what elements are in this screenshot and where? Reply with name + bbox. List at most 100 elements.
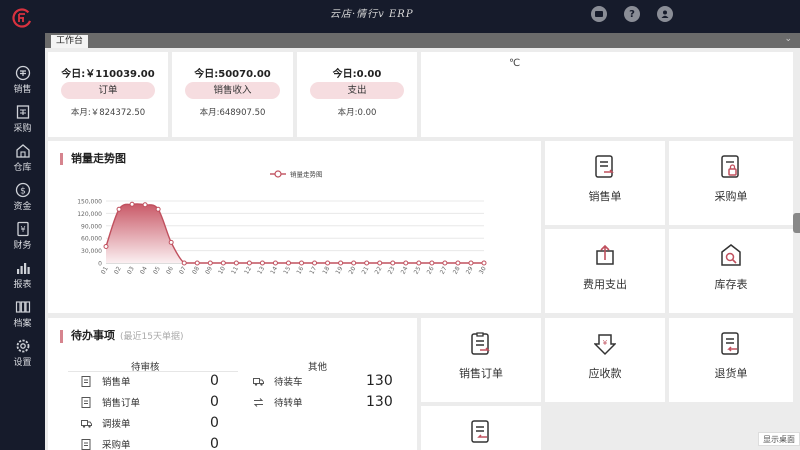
stat-month-value: 本月:648907.50 <box>199 108 266 118</box>
data-point <box>299 260 305 266</box>
expense-tile[interactable]: 费用支出 <box>545 229 665 313</box>
receivable-tile[interactable]: ¥ 应收款 <box>545 318 665 402</box>
chevron-down-icon[interactable]: ⌄ <box>784 34 792 44</box>
inventory-tile[interactable]: 库存表 <box>669 229 793 313</box>
funds-icon: $ <box>15 182 30 198</box>
data-point <box>429 260 435 266</box>
sidebar-item-label: 资金 <box>13 202 32 212</box>
sidebar-item-funds[interactable]: $ 资金 <box>0 182 45 220</box>
todo-title: 待办事项 (最近15天单据) <box>60 330 183 343</box>
data-point <box>377 260 383 266</box>
data-point <box>272 260 278 266</box>
y-tick-label: 150,000 <box>77 199 102 206</box>
x-tick-label: 22 <box>374 265 384 275</box>
expense-label: 费用支出 <box>583 278 627 291</box>
x-tick-label: 07 <box>178 265 188 275</box>
x-tick-label: 23 <box>387 265 397 275</box>
stat-month-value: 本月:0.00 <box>337 108 377 118</box>
sales-order-tile[interactable]: 销售单 <box>545 141 665 225</box>
extra-tile[interactable] <box>421 406 541 450</box>
todo-item-sales-booking[interactable]: 销售订单 <box>81 393 140 411</box>
sidebar-item-purchase[interactable]: 采购 <box>0 104 45 142</box>
x-tick-label: 24 <box>400 265 410 275</box>
orders-button[interactable]: 订单 <box>61 82 155 99</box>
sidebar-item-label: 销售 <box>13 85 32 95</box>
data-point <box>351 260 357 266</box>
company-logo-icon[interactable] <box>12 8 32 28</box>
svg-text:¥: ¥ <box>20 225 25 234</box>
todo-item-transfer[interactable]: 调拨单 <box>81 414 131 432</box>
sidebar-item-archive[interactable]: 档案 <box>0 299 45 337</box>
x-tick-label: 02 <box>113 265 123 275</box>
data-point <box>168 239 174 245</box>
x-tick-label: 26 <box>426 265 436 275</box>
x-tick-label: 17 <box>308 265 318 275</box>
sidebar-item-label: 财务 <box>13 241 32 251</box>
x-tick-label: 21 <box>361 265 371 275</box>
todo-title-text: 待办事项 <box>71 329 115 342</box>
sales-income-button[interactable]: 销售收入 <box>185 82 280 99</box>
top-bar: 云店·情行v ERP ? <box>0 0 800 33</box>
x-tick-label: 11 <box>230 265 240 275</box>
tab-workbench[interactable]: 工作台 <box>51 35 89 48</box>
todo-item-to-convert[interactable]: 待转单 <box>253 393 303 411</box>
data-point <box>455 260 461 266</box>
sidebar-item-finance[interactable]: ¥ 财务 <box>0 221 45 259</box>
sidebar-item-sales[interactable]: 销售 <box>0 65 45 103</box>
todo-count: 0 <box>210 394 219 410</box>
sidebar: 销售 采购 仓库 $ 资金 ¥ 财务 报表 档案 设置 <box>0 33 45 450</box>
sidebar-item-settings[interactable]: 设置 <box>0 338 45 376</box>
y-tick-label: 90,000 <box>81 223 102 230</box>
svg-text:¥: ¥ <box>603 339 608 347</box>
return-order-tile[interactable]: 退货单 <box>669 318 793 402</box>
expense-button[interactable]: 支出 <box>310 82 404 99</box>
weather-card: ℃ <box>421 52 793 137</box>
side-panel-toggle[interactable] <box>793 213 800 233</box>
stat-card-orders: 今日:￥110039.00 订单 本月:￥824372.50 <box>48 52 168 137</box>
todo-item-label: 调拨单 <box>102 419 131 430</box>
todo-item-sales[interactable]: 销售单 <box>81 372 131 390</box>
data-point <box>142 202 148 208</box>
data-point <box>390 260 396 266</box>
x-tick-label: 25 <box>413 265 423 275</box>
receivable-icon: ¥ <box>594 334 616 356</box>
x-tick-label: 18 <box>321 265 331 275</box>
todo-item-purchase[interactable]: 采购单 <box>81 435 131 450</box>
document-return-icon <box>471 420 489 443</box>
data-point <box>246 260 252 266</box>
user-avatar-icon[interactable] <box>657 6 673 22</box>
inventory-icon <box>721 244 741 266</box>
inventory-label: 库存表 <box>714 278 748 291</box>
other-column-header: 其他 <box>308 362 328 373</box>
x-tick-label: 04 <box>139 265 149 275</box>
data-point <box>220 260 226 266</box>
x-tick-label: 09 <box>204 265 214 275</box>
x-tick-label: 29 <box>465 265 475 275</box>
purchase-order-tile[interactable]: 采购单 <box>669 141 793 225</box>
sidebar-item-label: 报表 <box>13 280 32 290</box>
todo-item-to-load[interactable]: 待装车 <box>253 372 303 390</box>
todo-item-label: 采购单 <box>102 440 131 450</box>
sales-trend-card: 销量走势图 150,000 120,000 90,000 60,000 30,000 0 0… <box>48 141 541 313</box>
help-icon[interactable]: ? <box>624 6 640 22</box>
todo-count: 0 <box>210 415 219 431</box>
todo-card: 待办事项 (最近15天单据) 待审核 其他 销售单 0 销售订单 0 调拨单 0 … <box>48 318 417 450</box>
y-tick-label: 120,000 <box>77 211 102 218</box>
sidebar-item-warehouse[interactable]: 仓库 <box>0 143 45 181</box>
sidebar-item-report[interactable]: 报表 <box>0 260 45 298</box>
sales-order-label: 销售单 <box>588 190 622 203</box>
message-icon[interactable] <box>591 6 607 22</box>
settings-icon <box>16 339 29 353</box>
todo-count: 130 <box>366 394 393 410</box>
data-point <box>468 260 474 266</box>
expense-icon <box>596 244 614 265</box>
x-tick-label: 19 <box>334 265 344 275</box>
data-point <box>442 260 448 266</box>
data-point <box>129 201 135 207</box>
todo-subtitle: (最近15天单据) <box>120 332 184 342</box>
show-desktop-button[interactable]: 显示桌面 <box>758 432 800 446</box>
sales-booking-tile[interactable]: 销售订单 <box>421 318 541 402</box>
return-order-label: 退货单 <box>714 367 748 380</box>
todo-item-label: 销售订单 <box>102 398 141 409</box>
todo-item-label: 待装车 <box>274 377 303 388</box>
